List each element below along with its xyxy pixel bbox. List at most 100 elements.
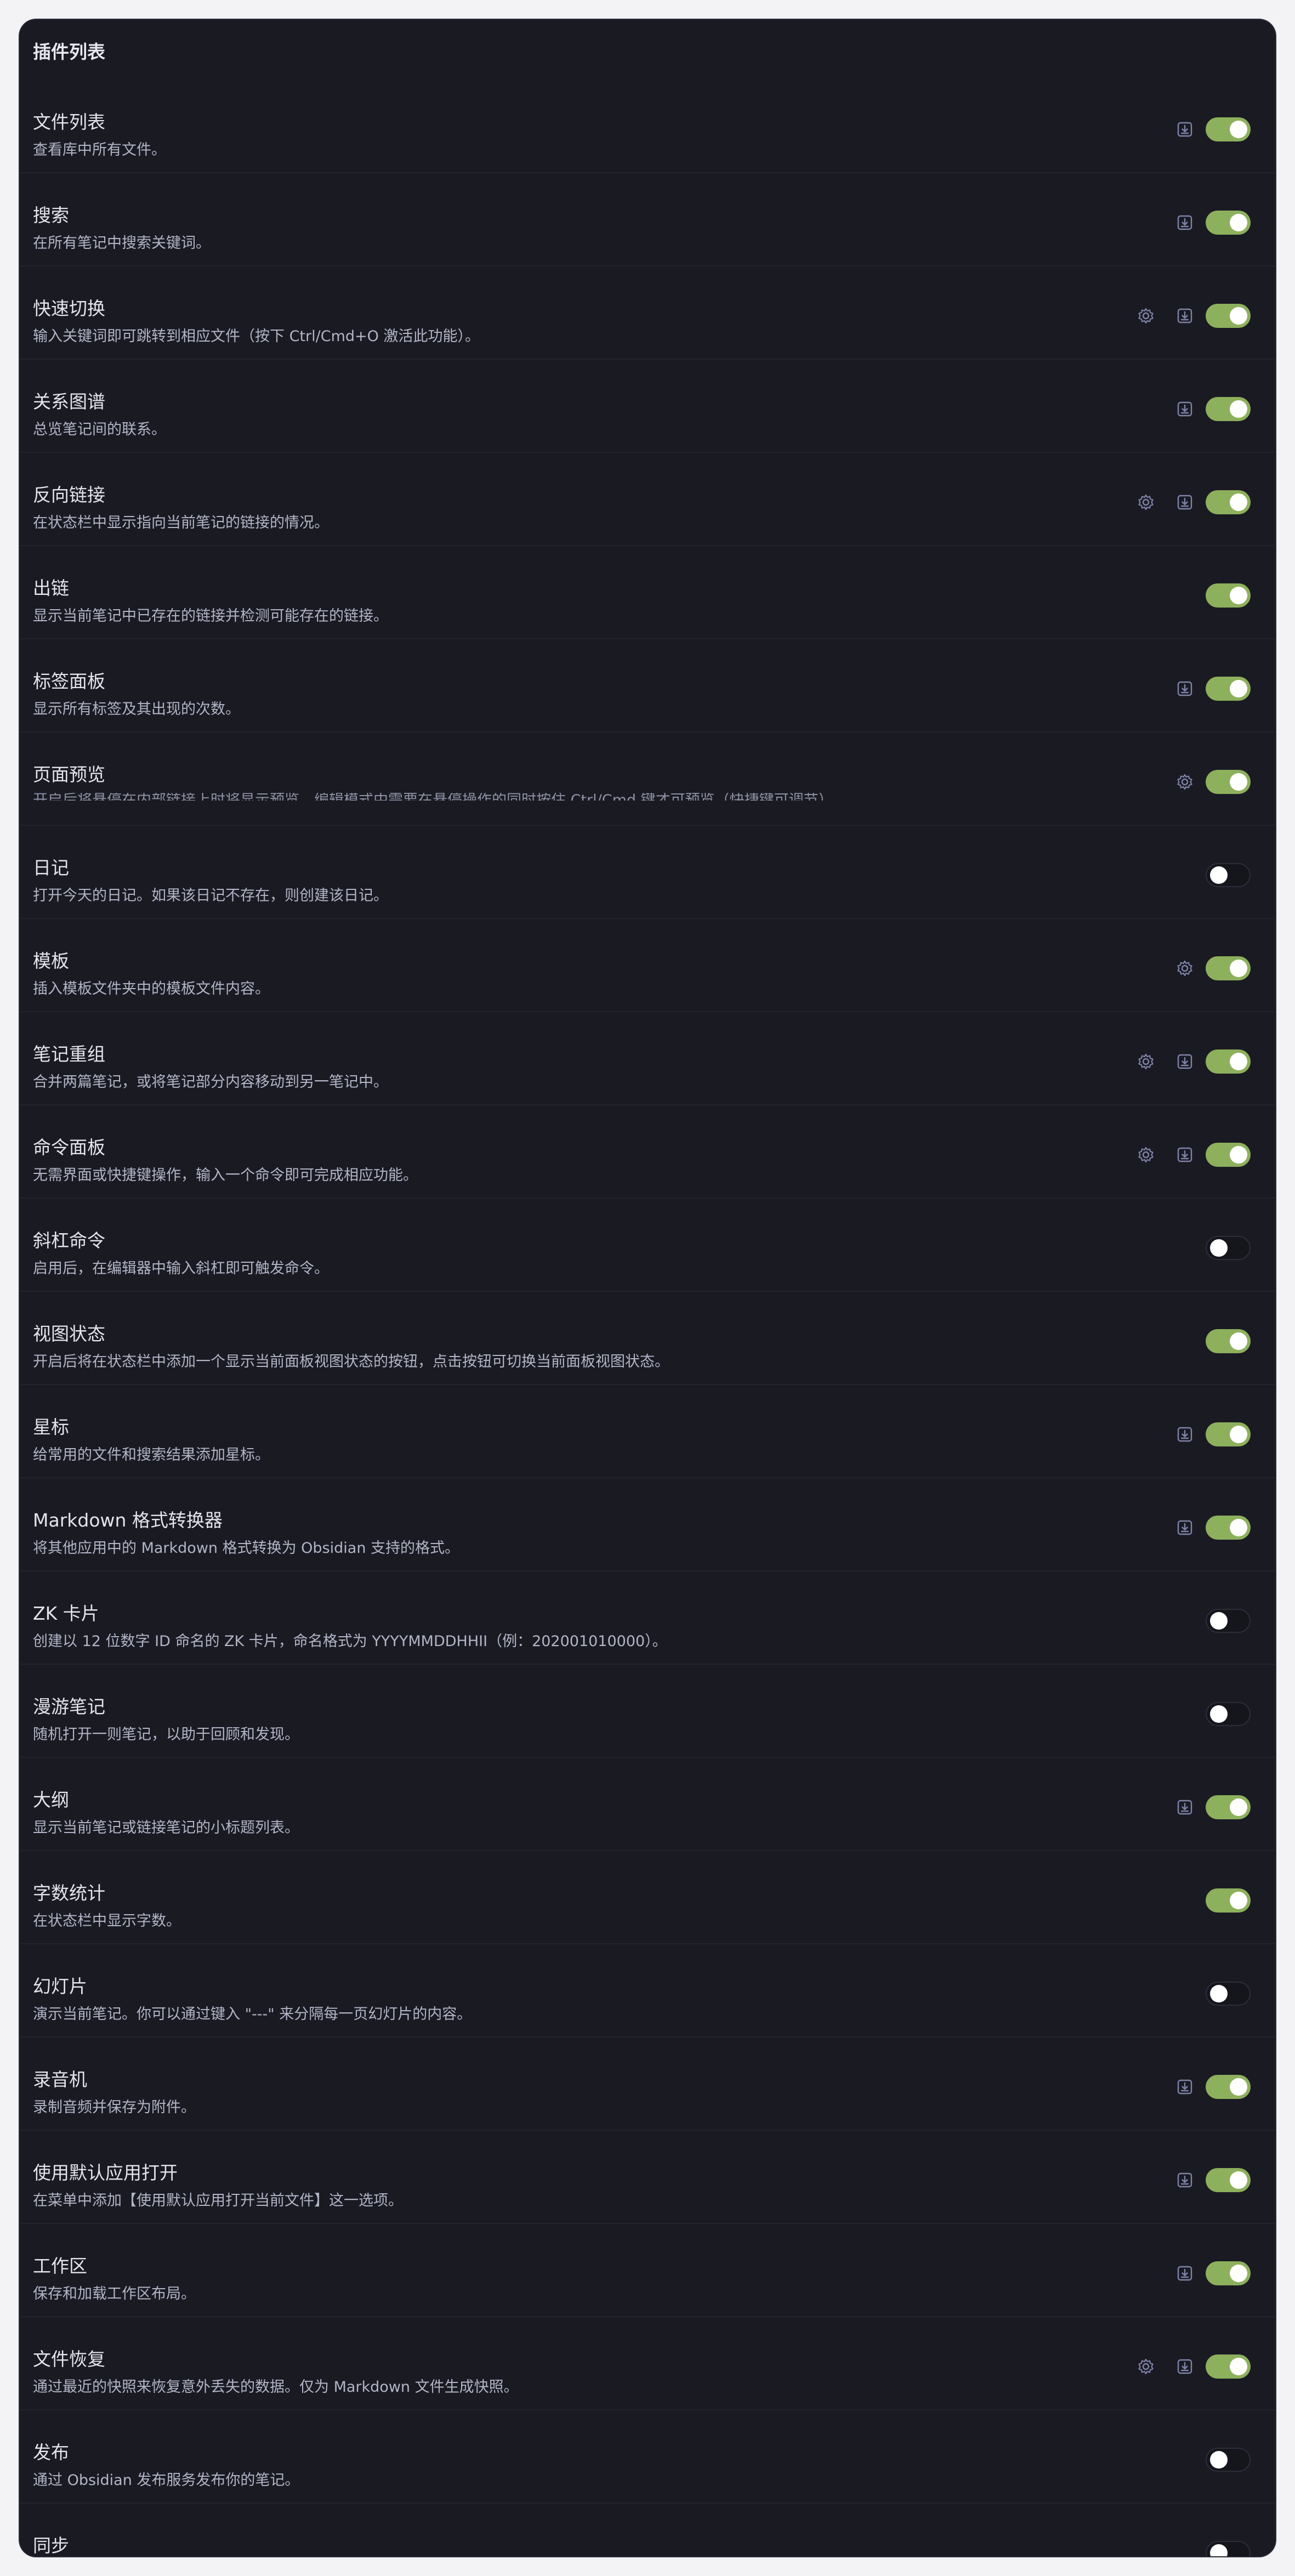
toggle-knob (1210, 1612, 1228, 1630)
plugin-toggle[interactable] (1206, 211, 1251, 235)
plugin-description: 合并两篇笔记，或将笔记部分内容移动到另一笔记中。 (33, 1074, 388, 1091)
plugin-row: 日记 打开今天的日记。如果该日记不存在，则创建该日记。 (20, 826, 1275, 919)
plugin-row: 发布 通过 Obsidian 发布服务发布你的笔记。 (20, 2410, 1275, 2504)
plugin-name: 关系图谱 (33, 391, 105, 412)
toggle-knob (1210, 1705, 1228, 1723)
plugin-row: 工作区 保存和加载工作区布局。 (20, 2224, 1275, 2317)
plugin-description: 开启后将悬停在内部链接上时将显示预览。编辑模式中需要在悬停操作的同时按住 Ctr… (33, 793, 840, 801)
toggle-knob (1230, 1146, 1247, 1164)
plugin-toggle[interactable] (1206, 2354, 1251, 2379)
plugin-description: 无需界面或快捷键操作，输入一个命令即可完成相应功能。 (33, 1167, 418, 1184)
gear-icon[interactable] (1135, 2356, 1157, 2378)
chevron-up-icon[interactable] (1264, 20, 1275, 53)
toggle-knob (1230, 960, 1247, 977)
plugin-row: 幻灯片 演示当前笔记。你可以通过键入 "---" 来分隔每一页幻灯片的内容。 (20, 1944, 1275, 2038)
gear-icon[interactable] (1174, 957, 1196, 979)
toggle-knob (1230, 400, 1247, 418)
plugin-toggle[interactable] (1206, 1236, 1251, 1260)
plugin-name: 大纲 (33, 1789, 69, 1811)
hotkey-icon[interactable] (1174, 1517, 1196, 1539)
toggle-knob (1230, 773, 1247, 791)
toggle-knob (1230, 493, 1247, 511)
hotkey-icon[interactable] (1174, 2169, 1196, 2191)
plugin-name: 反向链接 (33, 484, 105, 506)
hotkey-icon[interactable] (1174, 491, 1196, 513)
plugin-toggle[interactable] (1206, 1516, 1251, 1540)
toggle-knob (1210, 1239, 1228, 1257)
plugin-toggle[interactable] (1206, 1143, 1251, 1167)
plugin-name: 使用默认应用打开 (33, 2162, 178, 2183)
hotkey-icon[interactable] (1174, 1796, 1196, 1818)
toggle-knob (1230, 2358, 1247, 2375)
hotkey-icon[interactable] (1174, 1144, 1196, 1166)
plugin-description: 输入关键词即可跳转到相应文件（按下 Ctrl/Cmd+O 激活此功能）。 (33, 328, 480, 345)
plugin-name: Markdown 格式转换器 (33, 1510, 223, 1531)
hotkey-icon[interactable] (1174, 118, 1196, 140)
hotkey-icon[interactable] (1174, 1423, 1196, 1445)
plugin-row: 同步通过 Obsidian Sync 同步你的文件 (20, 2504, 1275, 2556)
plugin-toggle[interactable] (1206, 117, 1251, 141)
plugin-description: 保存和加载工作区布局。 (33, 2285, 196, 2302)
plugin-row: 视图状态开启后将在状态栏中添加一个显示当前面板视图状态的按钮，点击按钮可切换当前… (20, 1292, 1275, 1385)
plugin-name: 斜杠命令 (33, 1230, 105, 1251)
plugin-name: 幻灯片 (33, 1976, 87, 1997)
plugin-toggle[interactable] (1206, 677, 1251, 701)
plugin-toggle[interactable] (1206, 490, 1251, 514)
plugin-row: 页面预览开启后将悬停在内部链接上时将显示预览。编辑模式中需要在悬停操作的同时按住… (20, 733, 1275, 826)
toggle-knob (1230, 1892, 1247, 1909)
toggle-knob (1230, 587, 1247, 604)
toggle-knob (1230, 680, 1247, 697)
plugin-toggle[interactable] (1206, 2261, 1251, 2285)
toggle-knob (1230, 307, 1247, 325)
hotkey-icon[interactable] (1174, 1051, 1196, 1073)
plugin-row: 文件恢复 通过最近的快照来恢复意外丢失的数据。仅为 Markdown 文件生成快照… (20, 2317, 1275, 2410)
gear-icon[interactable] (1135, 1051, 1157, 1073)
gear-icon[interactable] (1135, 1144, 1157, 1166)
plugin-name: 页面预览 (33, 764, 105, 785)
hotkey-icon[interactable] (1174, 305, 1196, 327)
hotkey-icon[interactable] (1174, 678, 1196, 700)
toggle-knob (1210, 2451, 1228, 2469)
toggle-knob (1210, 866, 1228, 884)
plugin-toggle[interactable] (1206, 770, 1251, 794)
plugin-toggle[interactable] (1206, 1329, 1251, 1353)
plugin-description: 通过 Obsidian 发布服务发布你的笔记。 (33, 2472, 300, 2489)
plugin-toggle[interactable] (1206, 2541, 1251, 2556)
plugin-toggle[interactable] (1206, 2448, 1251, 2472)
plugin-description: 将其他应用中的 Markdown 格式转换为 Obsidian 支持的格式。 (33, 1540, 460, 1557)
plugin-toggle[interactable] (1206, 2075, 1251, 2099)
plugin-description: 开启后将在状态栏中添加一个显示当前面板视图状态的按钮，点击按钮可切换当前面板视图… (33, 1353, 669, 1370)
hotkey-icon[interactable] (1174, 2356, 1196, 2378)
hotkey-icon[interactable] (1174, 2262, 1196, 2284)
plugin-name: 视图状态 (33, 1323, 105, 1344)
plugin-name: 标签面板 (33, 671, 105, 692)
plugin-description: 在所有笔记中搜索关键词。 (33, 235, 211, 252)
hotkey-icon[interactable] (1174, 212, 1196, 234)
plugin-name: 文件列表 (33, 111, 105, 133)
plugin-toggle[interactable] (1206, 1888, 1251, 1913)
plugin-description: 在状态栏中显示字数。 (33, 1913, 181, 1930)
plugin-row: Markdown 格式转换器将其他应用中的 Markdown 格式转换为 Obs… (20, 1478, 1275, 1571)
plugin-toggle[interactable] (1206, 1982, 1251, 2006)
plugin-toggle[interactable] (1206, 1422, 1251, 1446)
plugin-toggle[interactable] (1206, 863, 1251, 887)
gear-icon[interactable] (1174, 771, 1196, 793)
hotkey-icon[interactable] (1174, 2076, 1196, 2098)
toggle-knob (1230, 2265, 1247, 2282)
plugin-name: 同步 (33, 2535, 69, 2556)
plugin-toggle[interactable] (1206, 956, 1251, 980)
plugin-toggle[interactable] (1206, 304, 1251, 328)
plugin-toggle[interactable] (1206, 583, 1251, 608)
plugin-toggle[interactable] (1206, 397, 1251, 421)
toggle-knob (1210, 2544, 1228, 2556)
plugin-toggle[interactable] (1206, 2168, 1251, 2192)
plugin-description: 打开今天的日记。如果该日记不存在，则创建该日记。 (33, 887, 388, 904)
gear-icon[interactable] (1135, 305, 1157, 327)
plugin-toggle[interactable] (1206, 1049, 1251, 1074)
plugin-toggle[interactable] (1206, 1795, 1251, 1819)
toggle-knob (1230, 214, 1247, 231)
gear-icon[interactable] (1135, 491, 1157, 513)
plugin-toggle[interactable] (1206, 1609, 1251, 1633)
hotkey-icon[interactable] (1174, 398, 1196, 420)
plugin-toggle[interactable] (1206, 1702, 1251, 1726)
